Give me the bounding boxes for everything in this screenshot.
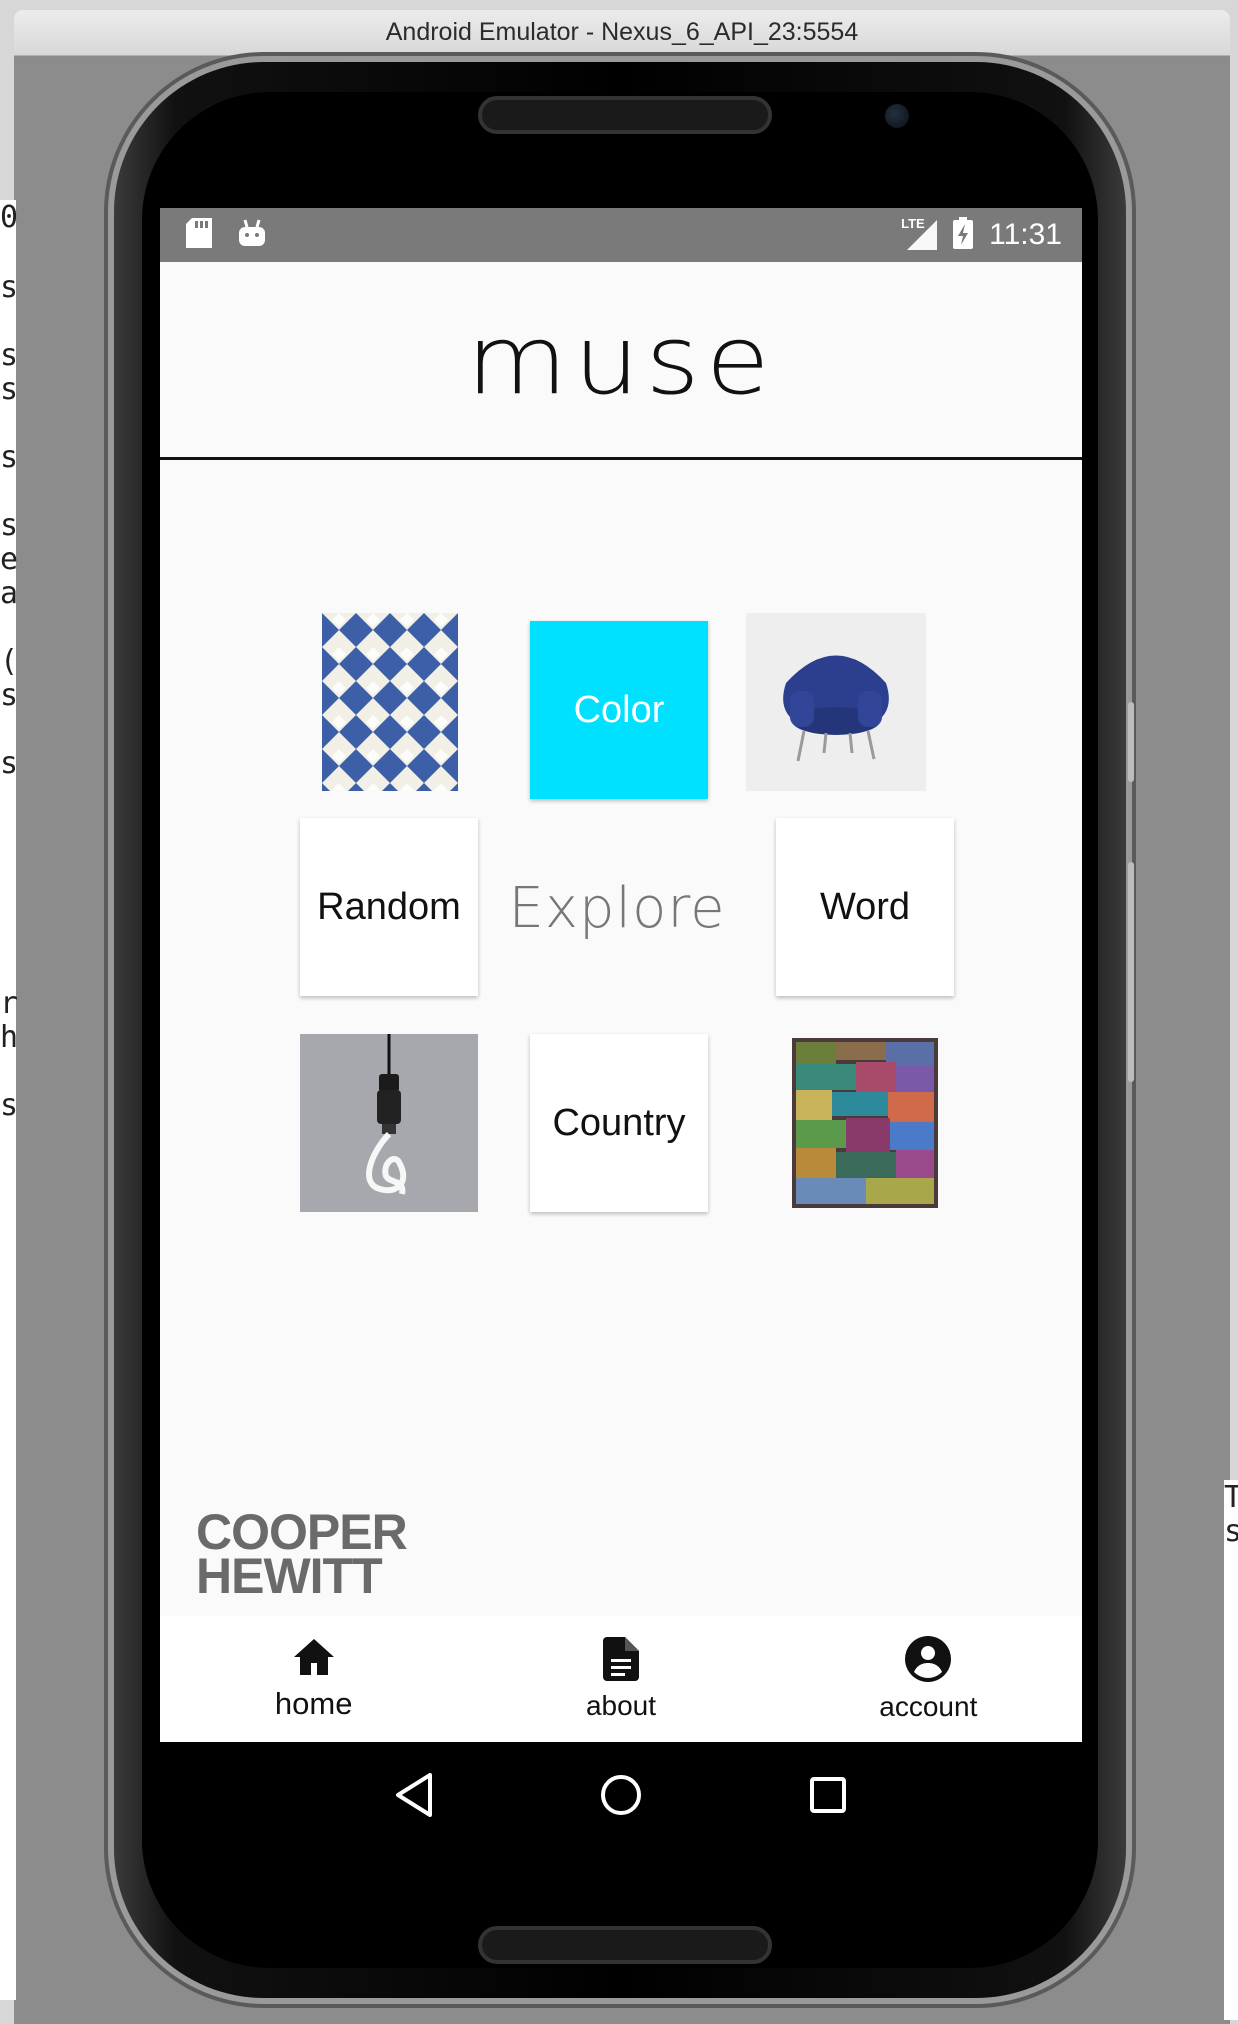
textile-artwork-tile[interactable] [790,1034,940,1212]
color-tile[interactable]: Color [530,621,708,799]
android-system-nav [160,1742,1082,1852]
nav-about-label: about [585,1689,657,1721]
sd-card-icon [186,217,212,253]
background-glyph: r [0,986,19,1021]
bottom-navigation: home about account [160,1616,1082,1742]
home-system-button[interactable] [581,1757,661,1837]
background-glyph: s [0,508,19,543]
background-glyph: s [1224,1514,1238,1549]
pattern-artwork-tile[interactable] [322,613,458,791]
battery-charging-icon [953,216,974,254]
app-logo: muse [466,303,776,416]
background-glyph: e [0,542,19,577]
background-window-left: 0 s s s s s e a ( s s r h s [0,200,19,2000]
bottom-speaker [478,1926,772,1964]
light-bulb-image [300,1034,478,1212]
status-time: 11:31 [989,218,1062,251]
recents-button[interactable] [788,1757,868,1837]
android-debug-icon [238,219,266,252]
random-tile-label: Random [317,885,461,928]
back-button[interactable] [374,1757,454,1837]
background-glyph: h [0,1020,19,1055]
background-glyph: s [0,746,19,781]
status-bar: LTE 11:31 [160,208,1082,262]
geometric-pattern-image [322,613,458,791]
word-tile-label: Word [819,885,911,928]
home-icon [292,1637,336,1682]
background-glyph: 0 [0,200,19,235]
window-title: Android Emulator - Nexus_6_API_23:5554 [385,18,859,46]
power-button[interactable] [1128,702,1134,782]
nav-home-label: home [274,1685,353,1721]
background-glyph: s [0,440,19,475]
explore-heading: Explore [508,875,726,941]
country-tile-label: Country [552,1101,686,1144]
woven-textile-image [792,1038,938,1208]
nav-home[interactable]: home [160,1616,467,1742]
color-tile-label: Color [573,688,665,731]
background-glyph: s [0,338,19,373]
top-speaker [478,96,772,134]
background-glyph: ( [0,644,19,679]
recents-icon [808,1775,848,1820]
back-icon [394,1772,434,1822]
app-header: muse [160,262,1082,460]
random-tile[interactable]: Random [300,818,478,996]
nav-about[interactable]: about [467,1616,774,1742]
chair-artwork-tile[interactable] [746,613,926,791]
home-circle-icon [599,1773,643,1822]
signal-icon: LTE [901,216,938,250]
window-titlebar[interactable]: Android Emulator - Nexus_6_API_23:5554 [14,10,1230,56]
bulb-artwork-tile[interactable] [300,1034,478,1212]
background-glyph: T [1224,1480,1238,1515]
cooper-hewitt-line2: HEWITT [196,1548,383,1604]
country-tile[interactable]: Country [530,1034,708,1212]
background-glyph: a [0,576,19,611]
network-type: LTE [901,216,925,231]
background-glyph: s [0,678,19,713]
background-glyph: s [0,372,19,407]
background-glyph: s [0,1088,19,1123]
background-glyph: s [0,270,19,305]
background-window-right: T s [1224,1480,1238,2020]
front-camera [885,104,909,128]
nav-account[interactable]: account [775,1616,1082,1742]
word-tile[interactable]: Word [776,818,954,996]
document-icon [602,1636,639,1686]
cooper-hewitt-logo: COOPER HEWITT [196,1507,408,1604]
explore-grid: Color Random Explore Word Country [160,463,1082,1563]
account-circle-icon [905,1635,952,1687]
device-screen: LTE 11:31 muse Color Random Explore Word… [160,208,1082,1742]
volume-button[interactable] [1128,862,1134,1082]
chair-image [746,613,926,791]
nav-account-label: account [879,1690,978,1722]
